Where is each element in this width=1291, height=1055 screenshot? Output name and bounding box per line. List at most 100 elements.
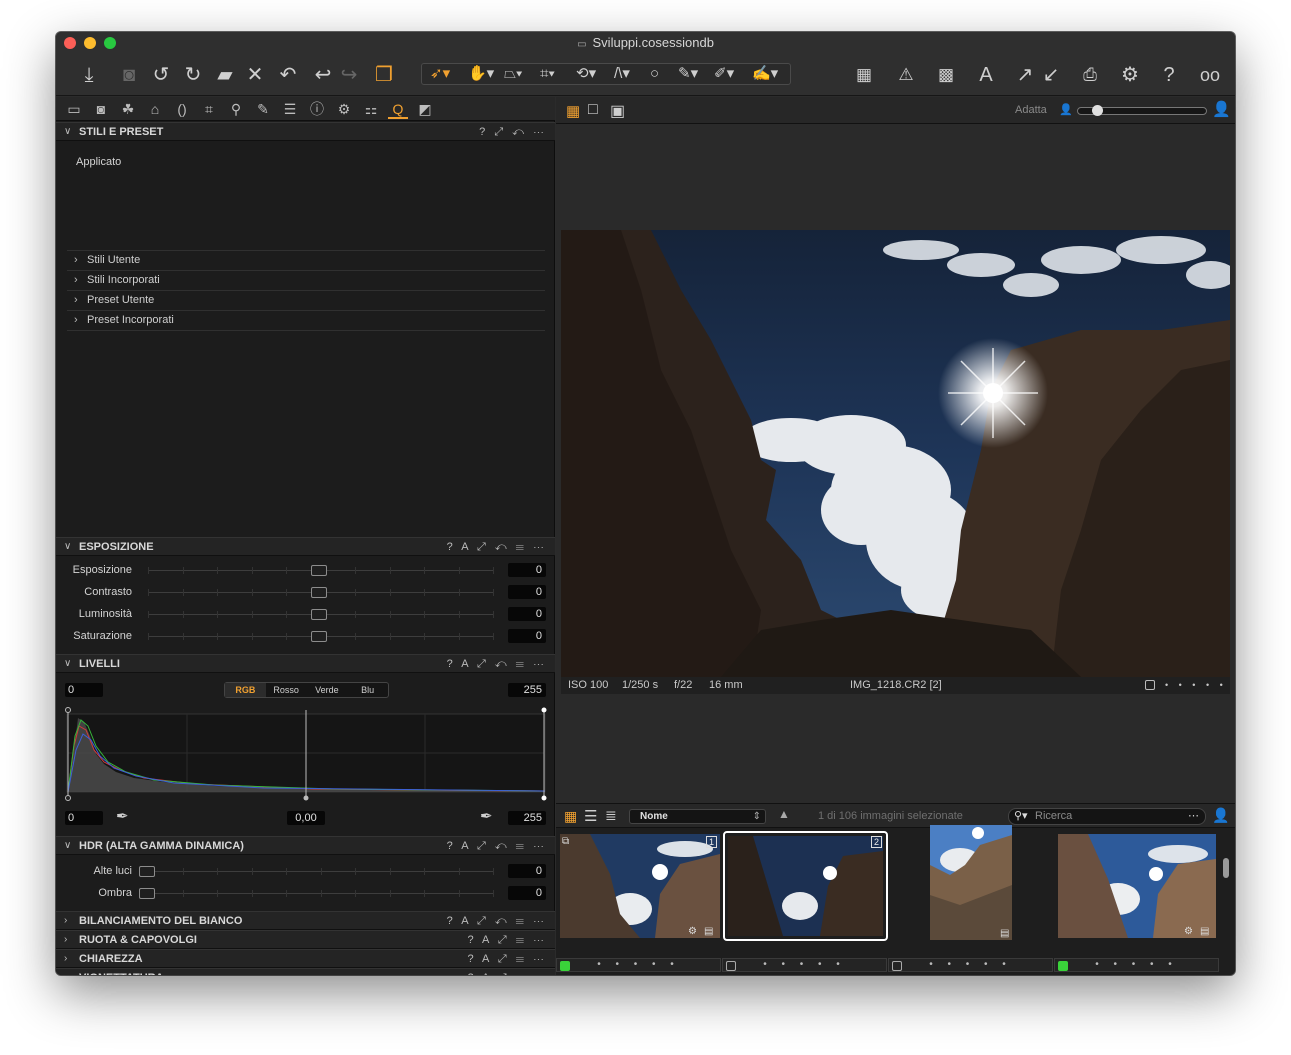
section-actions[interactable]: ? A ⤢ ↶ ☰ ⋯ — [447, 538, 547, 556]
slider-value[interactable]: 0 — [508, 607, 546, 621]
collapsed-section-header[interactable]: › BILANCIAMENTO DEL BIANCO ? A ⤢ ↶ ☰ ⋯ — [56, 911, 555, 930]
tag-checkbox[interactable] — [1145, 680, 1155, 690]
thumbnail-4[interactable]: ⚙ ▤ — [1058, 834, 1223, 954]
levels-section-header[interactable]: ∨ LIVELLI ? A ⤢ ↶ ☰ ⋯ — [56, 654, 555, 673]
undo-all-icon[interactable]: ↶ — [276, 60, 300, 90]
slider-knob[interactable] — [311, 565, 327, 576]
multi-view-icon[interactable]: ▦ — [566, 102, 580, 120]
straighten-tool-icon[interactable]: /\▾ — [614, 64, 630, 84]
single-view-icon[interactable]: □ — [588, 101, 598, 119]
styles-section-header[interactable]: ∨ STILI E PRESET ? ⤢ ↶ ⋯ — [56, 122, 555, 141]
color-icon[interactable]: ☘ — [118, 99, 138, 119]
camera-icon[interactable]: ◙ — [116, 60, 142, 90]
section-actions[interactable]: ? A ⤢ ↶ ☰ ⋯ — [447, 912, 547, 930]
primary-view-icon[interactable]: ▣ — [610, 101, 625, 121]
search-menu-icon[interactable]: ⋯ — [1188, 809, 1199, 824]
slider-value[interactable]: 0 — [508, 585, 546, 599]
gear-tab-icon[interactable]: ⚙ — [334, 99, 354, 119]
exposure-section-header[interactable]: ∨ ESPOSIZIONE ? A ⤢ ↶ ☰ ⋯ — [56, 537, 555, 556]
thumbnail-3[interactable]: ▤ — [930, 825, 1012, 940]
levels-input-low[interactable]: 0 — [65, 683, 103, 697]
section-actions[interactable]: ? A ⤢ ☰ ⋯ — [467, 969, 547, 975]
import-icon[interactable]: ⤓ — [76, 60, 102, 90]
styles-icon[interactable]: Q — [388, 99, 408, 119]
zoom-slider-knob[interactable] — [1092, 105, 1103, 116]
slider-value[interactable]: 0 — [508, 563, 546, 577]
lens-icon[interactable]: () — [172, 99, 192, 119]
library-icon[interactable]: ▭ — [64, 99, 84, 119]
circle-tool-icon[interactable]: ○ — [650, 64, 659, 84]
details-icon[interactable]: ⚲ — [226, 99, 246, 119]
slider-knob[interactable] — [139, 866, 155, 877]
levels-histogram[interactable] — [64, 706, 550, 802]
copy-variant-icon[interactable]: ❐ — [370, 60, 398, 90]
slider-knob[interactable] — [139, 888, 155, 899]
glasses-icon[interactable]: oo — [1192, 60, 1228, 90]
white-picker-icon[interactable]: ✒ — [480, 807, 493, 825]
levels-output-high[interactable]: 255 — [508, 811, 546, 825]
list-view-icon[interactable]: ☰ — [584, 807, 597, 825]
thumbnail-1[interactable]: ⧉ 1 ⚙ ▤ — [560, 834, 725, 954]
channel-tab-rgb[interactable]: RGB — [225, 683, 266, 697]
settings-icon[interactable]: ⚏ — [361, 99, 381, 119]
thumbnail-2-selected[interactable]: 2 — [723, 831, 888, 941]
thumbnail-4-footer[interactable]: • • • • • — [1054, 958, 1219, 972]
slider-knob[interactable] — [311, 587, 327, 598]
rating-dots[interactable]: • • • • • — [597, 959, 680, 970]
user-icon[interactable]: 👤 — [1212, 807, 1229, 824]
brush-tool-icon[interactable]: ✎▾ — [678, 64, 698, 84]
section-actions[interactable]: ? A ⤢ ↶ ☰ ⋯ — [447, 837, 547, 855]
close-window-button[interactable] — [64, 37, 76, 49]
black-picker-icon[interactable]: ✒ — [116, 807, 129, 825]
channel-tab-blu[interactable]: Blu — [347, 683, 388, 697]
brush-icon[interactable]: ✎ — [253, 99, 273, 119]
styles-list-item[interactable]: › Preset Utente — [67, 290, 545, 310]
picker-tool-icon[interactable]: ✐▾ — [714, 64, 734, 84]
sort-select[interactable]: Nome ⇕ — [629, 809, 766, 824]
cursor-tool-icon[interactable]: ➶▾ — [430, 64, 450, 84]
collapse-icon[interactable]: ↙ — [1040, 60, 1062, 90]
fit-label[interactable]: Adatta — [1015, 104, 1047, 116]
hdr-section-header[interactable]: ∨ HDR (ALTA GAMMA DINAMICA) ? A ⤢ ↶ ☰ ⋯ — [56, 836, 555, 855]
levels-output-low[interactable]: 0 — [65, 811, 103, 825]
levels-midpoint[interactable]: 0,00 — [287, 811, 325, 825]
section-actions[interactable]: ? ⤢ ↶ ⋯ — [479, 123, 547, 141]
info-icon[interactable]: ⓘ — [307, 99, 327, 119]
section-actions[interactable]: ? A ⤢ ↶ ☰ ⋯ — [447, 655, 547, 673]
collapsed-section-header[interactable]: › VIGNETTATURA ? A ⤢ ☰ ⋯ — [56, 968, 555, 975]
zoom-window-button[interactable] — [104, 37, 116, 49]
filmstrip-view-icon[interactable]: ≣ — [605, 807, 617, 824]
thumbnail-3-footer[interactable]: • • • • • — [888, 958, 1053, 972]
slider-knob[interactable] — [311, 609, 327, 620]
open-folder-icon[interactable]: ▰ — [212, 60, 238, 90]
text-icon[interactable]: A — [974, 60, 998, 90]
channel-tab-verde[interactable]: Verde — [307, 683, 348, 697]
delete-icon[interactable]: ✕ — [244, 60, 266, 90]
slider-value[interactable]: 0 — [508, 629, 546, 643]
color-tag-green[interactable] — [1058, 961, 1068, 971]
pan-tool-icon[interactable]: ✋▾ — [468, 64, 494, 84]
browser-scrollbar[interactable] — [1223, 858, 1229, 878]
rating-dots[interactable]: • • • • • — [1095, 959, 1178, 970]
gear-icon[interactable]: ⚙ — [1118, 60, 1142, 90]
section-actions[interactable]: ? A ⤢ ☰ ⋯ — [467, 931, 547, 949]
thumbnail-1-footer[interactable]: • • • • • — [556, 958, 721, 972]
collapsed-section-header[interactable]: › CHIAREZZA ? A ⤢ ☰ ⋯ — [56, 949, 555, 968]
slider-track[interactable] — [148, 890, 494, 897]
redo-icon[interactable]: ↪ — [338, 60, 360, 90]
slider-value[interactable]: 0 — [508, 864, 546, 878]
rotate-right-icon[interactable]: ↻ — [182, 60, 204, 90]
grid-view-icon[interactable]: ▦ — [564, 808, 577, 825]
minimize-window-button[interactable] — [84, 37, 96, 49]
crop-icon[interactable]: ⌗ — [199, 99, 219, 119]
collapsed-section-header[interactable]: › RUOTA & CAPOVOLGI ? A ⤢ ☰ ⋯ — [56, 930, 555, 949]
styles-list-item[interactable]: › Stili Incorporati — [67, 270, 545, 290]
expand-icon[interactable]: ↗ — [1014, 60, 1036, 90]
sort-direction-icon[interactable]: ▲ — [778, 807, 790, 821]
color-tag-green[interactable] — [560, 961, 570, 971]
overlay-grid-icon[interactable]: ▩ — [934, 60, 958, 90]
section-actions[interactable]: ? A ⤢ ☰ ⋯ — [467, 950, 547, 968]
warning-icon[interactable]: ⚠ — [894, 60, 918, 90]
print-icon[interactable]: ⎙ — [1078, 60, 1102, 90]
thumbnail-2-footer[interactable]: • • • • • — [722, 958, 887, 972]
